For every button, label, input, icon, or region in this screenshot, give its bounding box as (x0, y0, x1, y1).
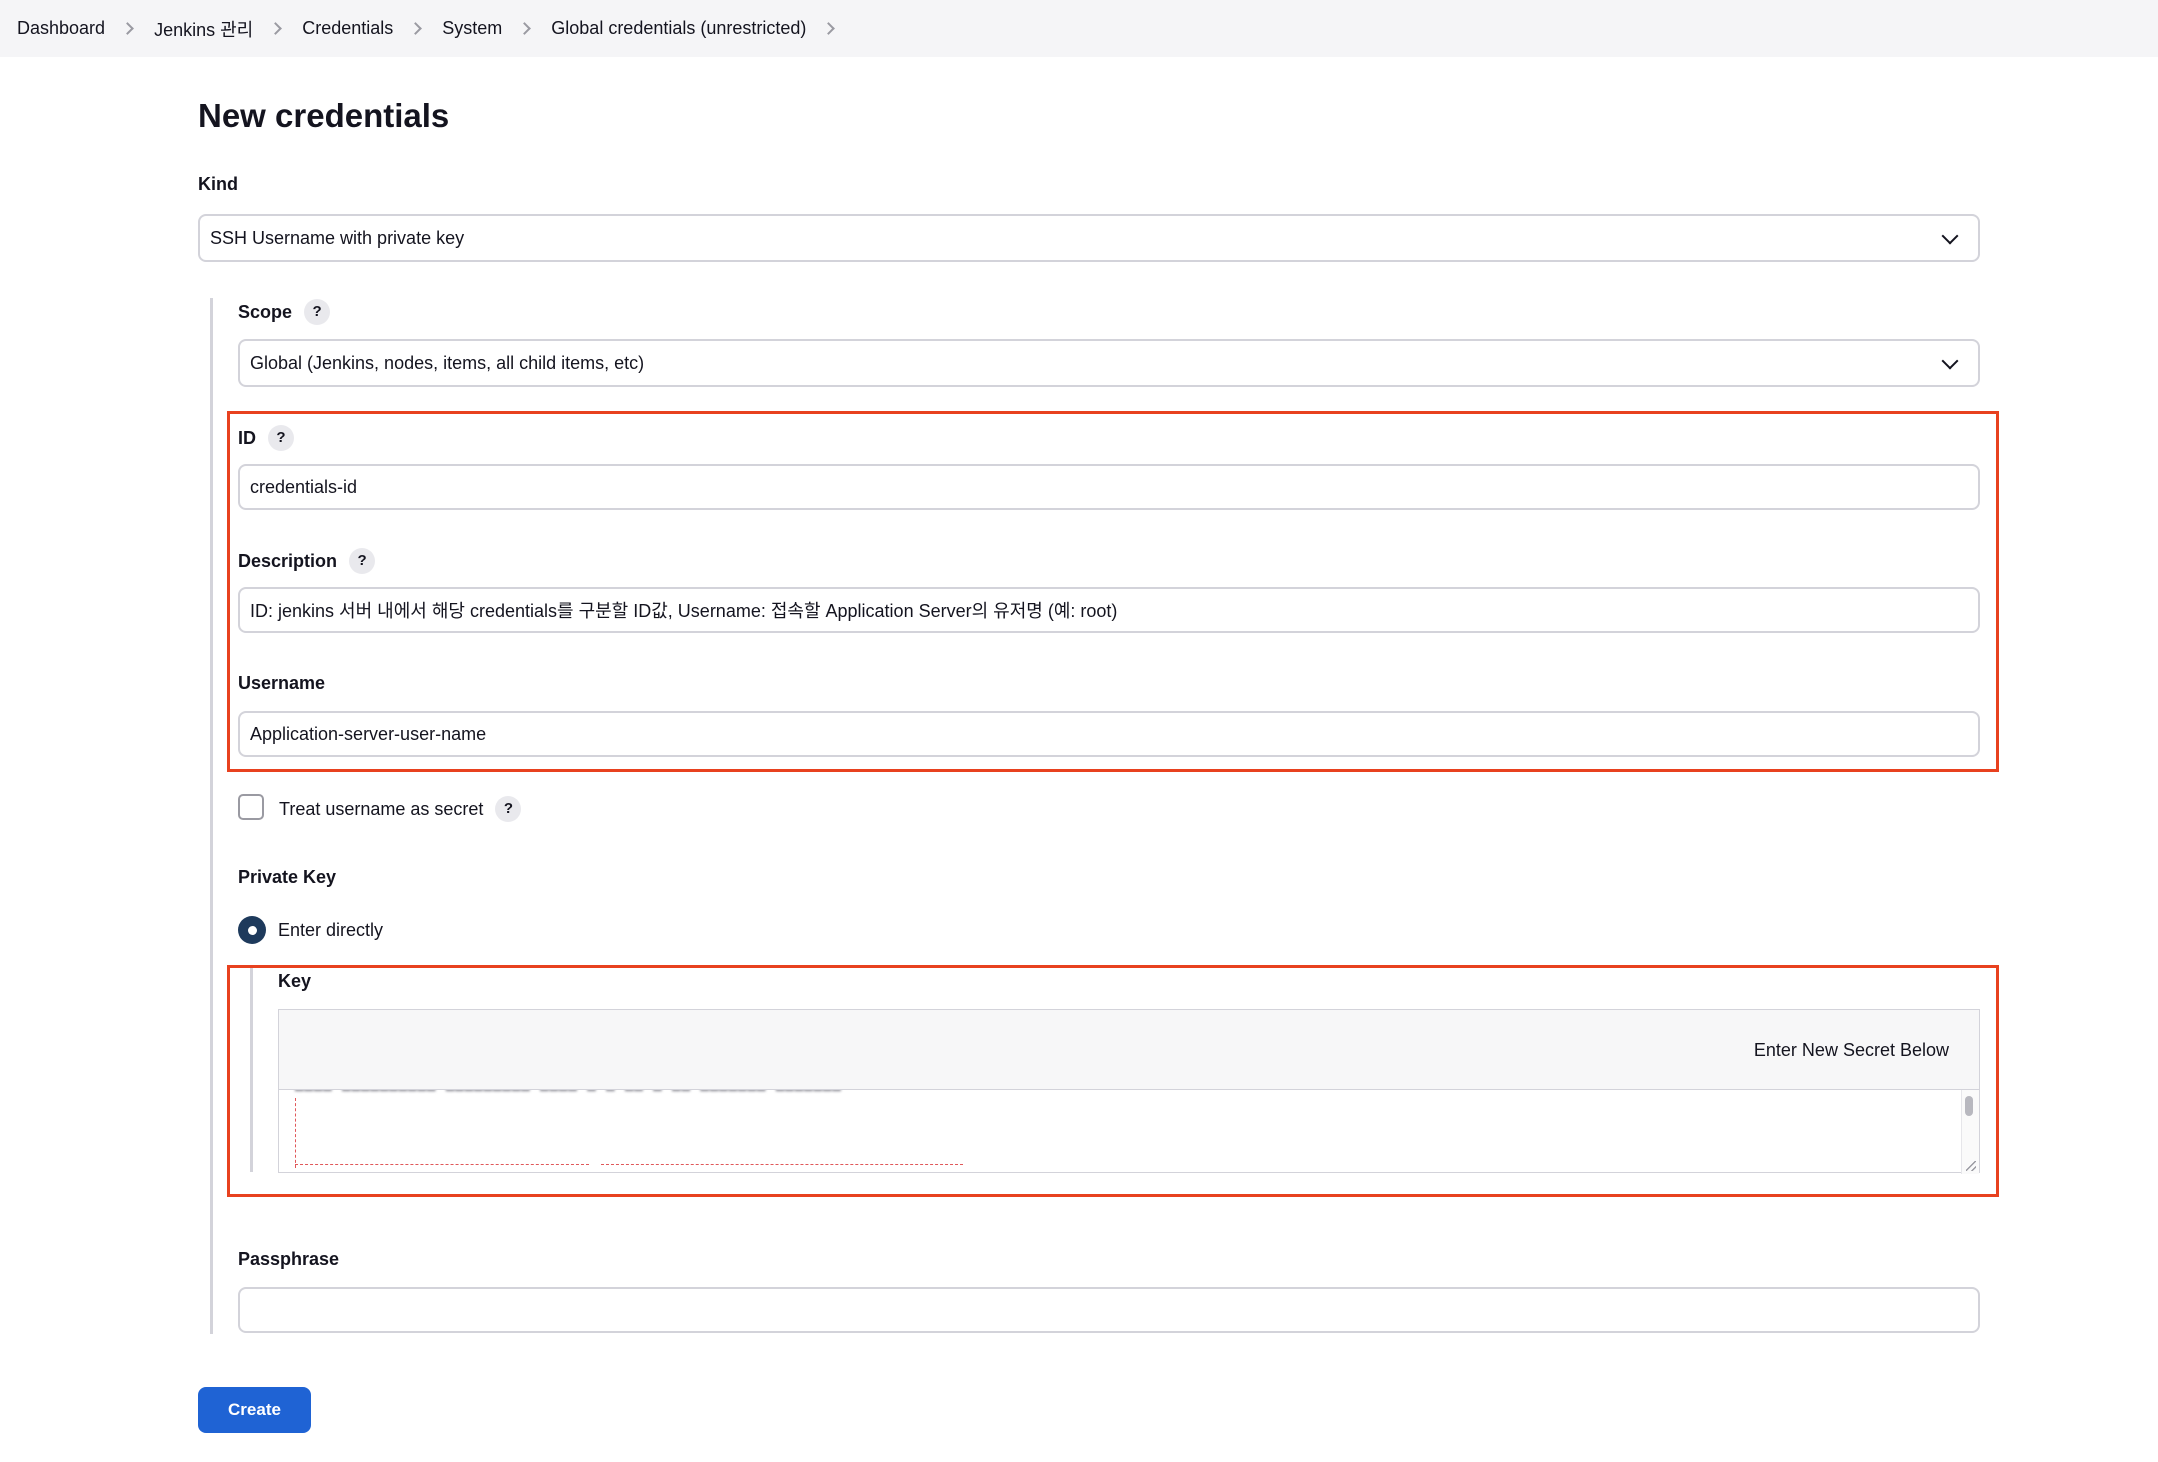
key-textarea[interactable]: ▀▀▀▀ ▀▀▀▀▀▀▀▀▀▀ ▀▀▀▀▀▀▀▀▀ ▀▀▀▀ ▀ ▀ ▀▀ ▀ … (279, 1090, 1979, 1174)
username-input[interactable]: Application-server-user-name (238, 711, 1980, 757)
scope-select[interactable]: Global (Jenkins, nodes, items, all child… (238, 339, 1980, 387)
key-label: Key (278, 970, 311, 992)
masked-key-content: ▀▀▀▀ ▀▀▀▀▀▀▀▀▀▀ ▀▀▀▀▀▀▀▀▀ ▀▀▀▀ ▀ ▀ ▀▀ ▀ … (295, 1090, 842, 1100)
masked-key-marker (295, 1098, 296, 1168)
create-button[interactable]: Create (198, 1387, 311, 1433)
breadcrumb: Dashboard Jenkins 관리 Credentials System … (0, 0, 2158, 57)
secret-header: Enter New Secret Below (279, 1010, 1979, 1090)
enter-directly-label[interactable]: Enter directly (278, 919, 383, 941)
description-label-text: Description (238, 551, 338, 571)
enter-directly-radio[interactable] (238, 916, 266, 944)
breadcrumb-global-credentials[interactable]: Global credentials (unrestricted) (551, 18, 806, 39)
id-input[interactable]: credentials-id (238, 464, 1980, 510)
kind-select[interactable]: SSH Username with private key (198, 214, 1980, 262)
kind-select-value: SSH Username with private key (210, 227, 465, 248)
chevron-right-icon (518, 22, 532, 35)
id-label: ID ? (238, 425, 294, 451)
username-label-text: Username (238, 673, 326, 693)
radio-selected-dot (247, 925, 257, 935)
key-nested-line (250, 968, 253, 1172)
private-key-label-text: Private Key (238, 867, 337, 887)
nested-section-line (210, 298, 213, 1334)
breadcrumb-credentials[interactable]: Credentials (302, 18, 393, 39)
username-label: Username (238, 672, 325, 694)
treat-username-secret-checkbox[interactable] (238, 794, 264, 820)
scope-label-text: Scope (238, 302, 293, 322)
breadcrumb-system[interactable]: System (442, 18, 502, 39)
treat-username-secret-text[interactable]: Treat username as secret (279, 798, 483, 820)
chevron-right-icon (121, 22, 134, 35)
secret-header-text: Enter New Secret Below (1753, 1040, 1949, 1060)
kind-label: Kind (198, 173, 238, 195)
id-label-text: ID (238, 428, 256, 448)
page-title: New credentials (198, 97, 450, 134)
description-input[interactable]: ID: jenkins 서버 내에서 해당 credentials를 구분할 I… (238, 587, 1980, 633)
chevron-down-icon (1941, 352, 1959, 370)
treat-username-secret-label: Treat username as secret ? (279, 796, 522, 822)
resize-grip-icon[interactable] (1966, 1161, 1976, 1171)
key-secret-area: Enter New Secret Below ▀▀▀▀ ▀▀▀▀▀▀▀▀▀▀ ▀… (278, 1009, 1980, 1174)
description-help-icon[interactable]: ? (349, 548, 376, 574)
masked-key-line (295, 1164, 589, 1165)
passphrase-label-text: Passphrase (238, 1249, 340, 1269)
breadcrumb-jenkins-manage[interactable]: Jenkins 관리 (154, 16, 253, 42)
scope-label: Scope ? (238, 299, 331, 325)
private-key-label: Private Key (238, 866, 336, 888)
chevron-down-icon (1941, 227, 1959, 245)
chevron-right-icon (269, 22, 283, 35)
scrollbar-thumb[interactable] (1965, 1096, 1973, 1116)
kind-label-text: Kind (198, 174, 238, 194)
chevron-right-icon[interactable] (822, 22, 836, 35)
chevron-right-icon (409, 22, 423, 35)
key-label-text: Key (278, 971, 312, 991)
passphrase-input[interactable] (238, 1287, 1980, 1333)
description-label: Description ? (238, 548, 376, 574)
id-help-icon[interactable]: ? (268, 425, 294, 451)
scope-select-value: Global (Jenkins, nodes, items, all child… (250, 352, 645, 373)
scope-help-icon[interactable]: ? (304, 299, 331, 325)
breadcrumb-dashboard[interactable]: Dashboard (17, 18, 105, 39)
treat-username-secret-help-icon[interactable]: ? (495, 796, 522, 822)
key-textarea-scrollbar[interactable] (1961, 1090, 1979, 1174)
passphrase-label: Passphrase (238, 1248, 339, 1270)
masked-key-line (601, 1164, 963, 1165)
